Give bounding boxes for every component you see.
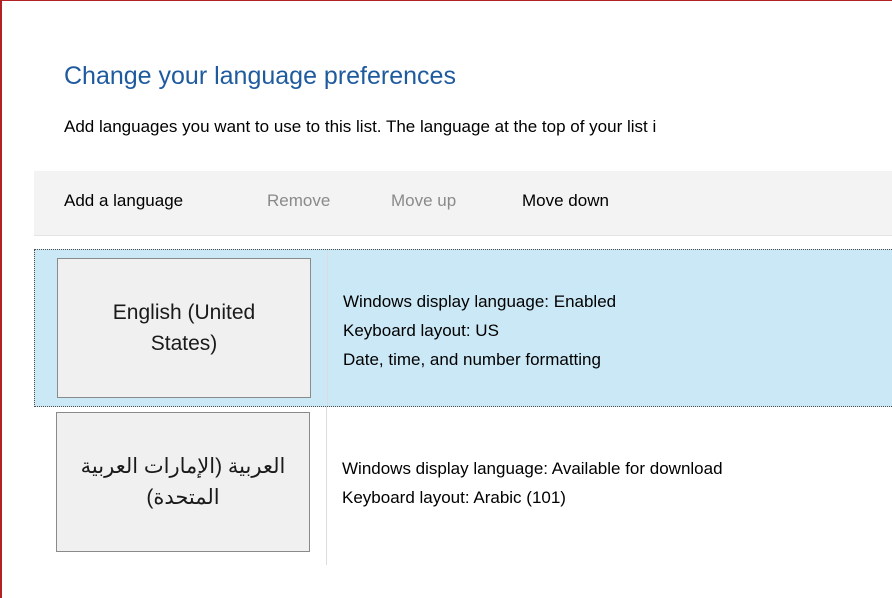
move-down-button[interactable]: Move down [522,191,609,211]
display-language-status: Windows display language: Available for … [342,459,723,478]
column-divider [326,407,327,565]
page-title: Change your language preferences [64,61,456,90]
language-details: Windows display language: Available for … [342,454,723,512]
remove-button[interactable]: Remove [267,191,330,211]
add-language-button[interactable]: Add a language [64,191,183,211]
formatting-info: Date, time, and number formatting [343,350,601,369]
column-divider [327,250,328,406]
language-row-english[interactable]: English (United States) Windows display … [34,249,892,407]
language-tile-arabic[interactable]: العربية (الإمارات العربية المتحدة) [56,412,310,552]
language-list: English (United States) Windows display … [34,245,892,598]
keyboard-layout: Keyboard layout: Arabic (101) [342,488,566,507]
display-language-status: Windows display language: Enabled [343,292,617,311]
language-row-arabic[interactable]: العربية (الإمارات العربية المتحدة) Windo… [34,407,892,565]
language-details: Windows display language: Enabled Keyboa… [343,287,616,374]
keyboard-layout: Keyboard layout: US [343,321,499,340]
intro-text: Add languages you want to use to this li… [64,117,657,136]
move-up-button[interactable]: Move up [391,191,456,211]
language-toolbar: Add a language Remove Move up Move down [34,171,892,236]
language-tile-english[interactable]: English (United States) [57,258,311,398]
language-name: English (United States) [112,301,256,355]
language-name: العربية (الإمارات العربية المتحدة) [80,455,286,509]
language-preferences-window: Change your language preferences Add lan… [0,0,892,598]
